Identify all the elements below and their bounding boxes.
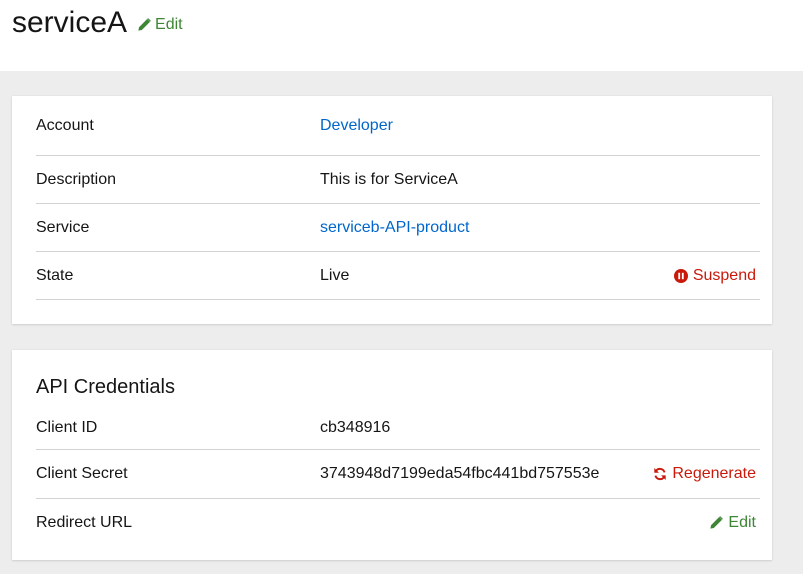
edit-label: Edit xyxy=(155,16,183,33)
regenerate-button[interactable]: Regenerate xyxy=(653,465,756,483)
pause-circle-icon xyxy=(673,268,688,283)
client-id-value: cb348916 xyxy=(320,418,391,436)
edit-label: Edit xyxy=(728,513,756,531)
section-title: API Credentials xyxy=(36,376,175,398)
refresh-icon xyxy=(653,467,667,481)
credential-label: Client Secret xyxy=(36,465,128,482)
edit-application-button[interactable]: Edit xyxy=(137,6,183,44)
credential-row-client-id: Client ID cb348916 xyxy=(36,406,760,450)
client-secret-value: 3743948d7199eda54fbc441bd757553e xyxy=(320,465,600,482)
detail-label: Description xyxy=(36,170,117,188)
detail-label: Account xyxy=(36,116,94,134)
description-value: This is for ServiceA xyxy=(320,170,458,188)
credential-row-client-secret: Client Secret 3743948d7199eda54fbc441bd7… xyxy=(36,450,760,499)
pencil-icon xyxy=(709,515,724,530)
pencil-icon xyxy=(137,18,151,32)
page-title-group: serviceA Edit xyxy=(12,4,183,44)
api-credentials-card: API Credentials Client ID cb348916 Clien… xyxy=(12,350,772,560)
suspend-button[interactable]: Suspend xyxy=(673,266,756,285)
suspend-label: Suspend xyxy=(692,266,756,284)
edit-redirect-url-button[interactable]: Edit xyxy=(709,514,756,532)
credential-label: Client ID xyxy=(36,418,98,436)
account-link[interactable]: Developer xyxy=(320,117,760,135)
credential-row-redirect-url: Redirect URL Edit xyxy=(36,499,760,546)
detail-row-description: Description This is for ServiceA xyxy=(36,156,760,204)
detail-label: State xyxy=(36,266,74,284)
detail-row-account: Account Developer xyxy=(36,96,760,156)
detail-row-state: State Live Suspend xyxy=(36,252,760,300)
page-header: serviceA Edit xyxy=(0,0,803,71)
state-value: Live xyxy=(320,266,350,284)
detail-label: Service xyxy=(36,218,90,236)
application-details-card: Account Developer Description This is fo… xyxy=(12,96,772,324)
page-title: serviceA xyxy=(12,6,128,39)
detail-row-service: Service serviceb-API-product xyxy=(36,204,760,252)
credential-label: Redirect URL xyxy=(36,513,133,531)
service-link[interactable]: serviceb-API-product xyxy=(320,219,760,237)
regenerate-label: Regenerate xyxy=(672,465,756,482)
